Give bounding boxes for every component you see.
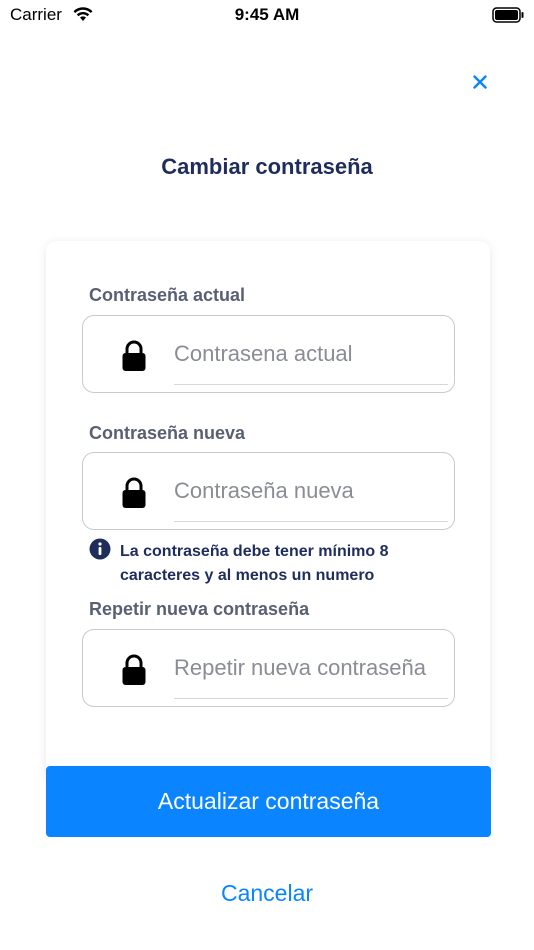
cancel-button[interactable]: Cancelar	[0, 880, 534, 907]
new-password-input[interactable]	[174, 473, 426, 509]
lock-icon	[121, 654, 147, 691]
input-underline	[174, 521, 448, 522]
new-password-field[interactable]	[82, 452, 455, 530]
lock-icon	[121, 340, 147, 377]
close-button[interactable]	[466, 68, 494, 96]
repeat-password-field[interactable]	[82, 629, 455, 707]
status-time: 9:45 AM	[234, 5, 300, 24]
input-underline	[174, 698, 448, 699]
current-password-input[interactable]	[174, 336, 426, 372]
input-underline	[174, 384, 448, 385]
new-password-label: Contraseña nueva	[89, 423, 246, 443]
lock-icon	[121, 477, 147, 514]
battery-icon	[492, 7, 524, 28]
password-hint-text: La contraseña debe tener mínimo 8 caract…	[120, 543, 389, 584]
update-password-button[interactable]: Actualizar contraseña	[46, 766, 491, 837]
repeat-password-label: Repetir nueva contraseña	[89, 599, 310, 619]
current-password-label: Contraseña actual	[89, 285, 246, 305]
status-bar: Carrier 9:45 AM	[0, 0, 534, 32]
close-icon	[473, 75, 487, 89]
page-title: Cambiar contraseña	[161, 154, 373, 179]
current-password-field[interactable]	[82, 315, 455, 393]
repeat-password-input[interactable]	[174, 650, 426, 686]
info-icon	[89, 538, 111, 565]
